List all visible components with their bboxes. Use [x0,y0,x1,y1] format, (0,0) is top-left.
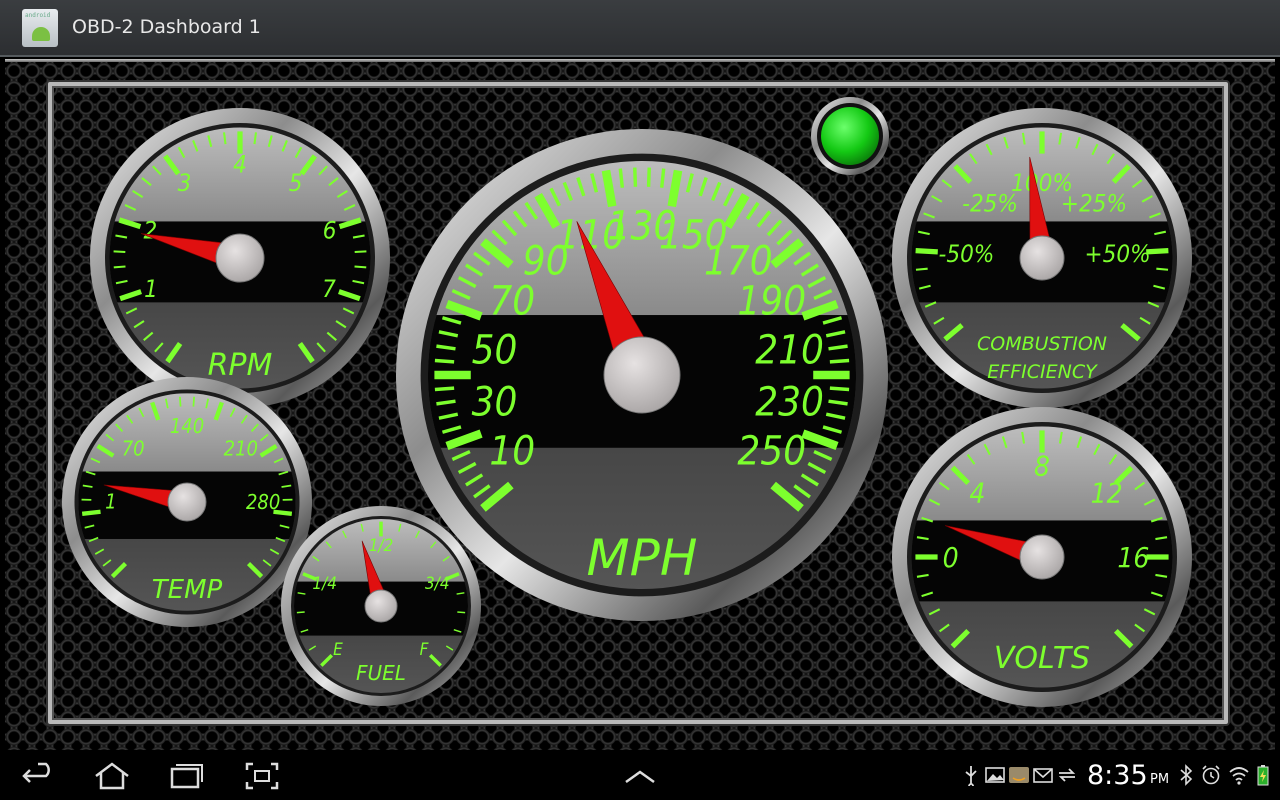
rpm-tick [113,265,126,269]
rpm-tick [354,250,367,254]
screenshot-button[interactable] [242,760,282,792]
gmail-icon [1033,768,1053,783]
volts-gauge: 04 8 12 16 VOLTS [892,407,1192,707]
alarm-icon [1202,765,1220,785]
temp-tick [179,396,182,407]
temp-tick [81,509,101,516]
speed-label: MPH [587,529,698,587]
gallery-icon [985,767,1005,783]
speed-tick-label: 70 [489,278,535,324]
rpm-tick-label: 6 [323,216,337,244]
fuel-tick-label: F [420,640,429,660]
combustion-tick [915,248,938,255]
fuel-tick-label: 3/4 [425,574,450,594]
speed-gauge: 1030507090110130150170190210230250MPH [396,129,888,621]
rpm-tick [222,132,227,145]
fuel-hub [364,589,398,623]
rpm-tick [354,265,367,269]
rpm-tick-label: 3 [178,169,192,197]
temp-tick-label: 70 [122,436,145,460]
home-button[interactable] [92,760,132,792]
wifi-icon [1229,767,1249,785]
speed-tick-label: 10 [489,428,535,474]
fuel-label: FUEL [356,661,406,685]
temp-gauge: 1 70 140 210 280 TEMP [62,377,312,627]
usb-icon [965,766,977,786]
speed-tick [646,167,651,187]
speed-tick-label: 210 [755,327,824,373]
fuel-tick [296,611,305,614]
rpm-tick [113,250,126,254]
volts-tick-label: 8 [1034,450,1050,483]
sync-icon [1058,768,1076,782]
combustion-hub [1019,235,1065,281]
status-light [811,97,889,175]
rpm-hub [215,233,265,283]
combustion-tick-label: -50% [939,240,995,268]
speed-tick-label: 50 [472,327,518,373]
speed-tick-label: 190 [737,278,806,324]
combustion-tick [1156,267,1169,271]
temp-tick-label: 1 [105,489,116,513]
fuel-tick-label: 1/2 [369,536,394,556]
gauge-cluster: 1030507090110130150170190210230250MPH123… [62,108,1192,707]
volts-hub [1019,534,1065,580]
speed-tick [434,386,455,392]
volts-label: VOLTS [994,641,1090,676]
temp-tick-label: 210 [224,436,258,460]
fuel-tick-label: E [333,640,343,660]
rpm-label: RPM [208,348,273,383]
fuel-tick [457,611,466,614]
rpm-tick-label: 4 [233,151,247,179]
volts-tick-label: 16 [1117,541,1149,574]
combustion-tick-label: +50% [1085,240,1151,268]
battery-charging-icon [1257,765,1269,786]
rpm-tick-label: 7 [322,275,336,303]
combustion-gauge: -50%-25%100%+25%+50%COMBUSTIONEFFICIENCY [892,108,1192,408]
volts-tick-label: 0 [943,541,959,574]
speed-tick-label: 30 [472,379,518,425]
clock-ampm: PM [1150,772,1170,787]
speed-tick-label: 250 [737,428,806,474]
combustion-tick [915,267,928,271]
menu-up-button[interactable] [620,760,660,792]
back-button[interactable] [20,760,60,792]
speed-tick [829,386,850,392]
temp-hub [167,482,207,522]
speed-tick [829,358,850,364]
speed-tick-label: 230 [755,379,824,425]
rpm-gauge: 1 23 4 56 7 RPM [90,108,390,408]
speed-tick [659,168,666,188]
volts-tick-label: 4 [969,476,985,509]
combustion-label-2: EFFICIENCY [987,361,1098,383]
rpm-tick [253,132,258,145]
combustion-tick-label: +25% [1061,190,1127,218]
temp-label: TEMP [152,575,223,605]
volts-tick-label: 12 [1091,476,1123,509]
speed-tick [618,168,625,188]
fuel-tick-label: 1/4 [312,574,337,594]
temp-tick [192,396,195,407]
fuel-gauge: E 1/4 1/2 3/4 F FUEL [281,506,481,706]
temp-tick-label: 280 [246,490,280,514]
recent-apps-button[interactable] [166,760,206,792]
bluetooth-icon [1180,764,1193,786]
rpm-tick-label: 5 [289,169,303,197]
combustion-tick-label: -25% [962,190,1018,218]
combustion-label: COMBUSTION [977,333,1107,355]
rpm-tick-label: 2 [144,216,158,244]
rpm-tick-label: 1 [144,275,158,303]
speed-tick [633,167,638,187]
speed-tick [434,358,455,364]
amazon-icon [1009,767,1029,783]
temp-tick-label: 140 [170,414,204,438]
clock-time: 8:35 [1087,760,1148,791]
speed-hub [603,336,681,414]
